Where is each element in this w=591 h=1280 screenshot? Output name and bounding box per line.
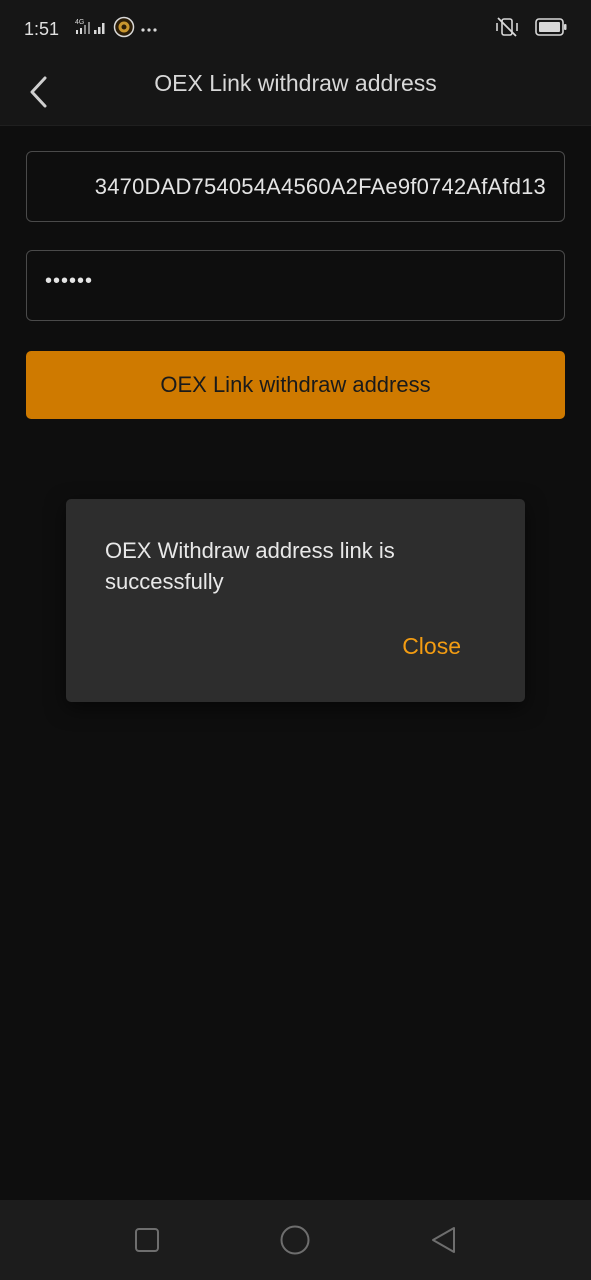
- home-icon: [280, 1225, 310, 1255]
- vibrate-off-icon: [495, 16, 519, 43]
- password-input[interactable]: ••••••: [26, 250, 565, 321]
- success-dialog: OEX Withdraw address link is successfull…: [66, 499, 525, 702]
- signal-icon: 4G: [72, 17, 108, 42]
- status-left-icons: 4G: [72, 16, 158, 43]
- dialog-close-button[interactable]: Close: [402, 633, 461, 660]
- password-value: ••••••: [45, 270, 94, 292]
- app-bar: OEX Link withdraw address: [0, 60, 591, 126]
- dialog-message: OEX Withdraw address link is successfull…: [105, 538, 395, 594]
- link-withdraw-address-button-label: OEX Link withdraw address: [160, 372, 431, 397]
- status-time: 1:51: [24, 19, 60, 39]
- network-type-label: 4G: [75, 19, 84, 26]
- home-button[interactable]: [275, 1220, 315, 1260]
- status-right-icons: [495, 16, 567, 43]
- withdraw-address-value: 3470DAD754054A4560A2FAe9f0742AfAfd13: [94, 174, 546, 199]
- nav-back-button[interactable]: [423, 1220, 463, 1260]
- recent-apps-button[interactable]: [127, 1220, 167, 1260]
- recent-apps-icon: [135, 1228, 159, 1252]
- link-withdraw-address-button[interactable]: OEX Link withdraw address: [26, 351, 565, 419]
- more-dots-icon: [140, 20, 158, 38]
- navigation-bar: [0, 1200, 591, 1280]
- app-notification-icon: [113, 16, 135, 43]
- withdraw-address-input[interactable]: 3470DAD754054A4560A2FAe9f0742AfAfd13: [26, 151, 565, 222]
- page-title: OEX Link withdraw address: [154, 70, 437, 96]
- back-triangle-icon: [432, 1227, 455, 1253]
- status-bar: 1:51 4G: [0, 0, 591, 60]
- battery-icon: [535, 17, 567, 41]
